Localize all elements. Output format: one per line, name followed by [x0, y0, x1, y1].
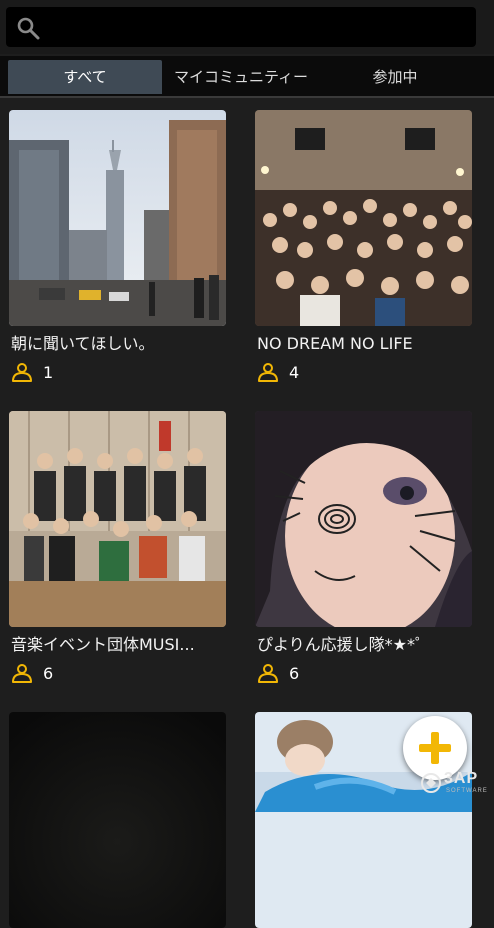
- community-grid: 朝に聞いてほしい。 1 NO DREAM NO LIFE 4 音楽イベント団体M…: [0, 98, 494, 928]
- community-card[interactable]: NO DREAM NO LIFE 4: [255, 110, 472, 383]
- plus-icon: [419, 732, 451, 764]
- community-photo[interactable]: [9, 110, 226, 326]
- watermark-text: 3AP: [444, 770, 479, 787]
- community-photo[interactable]: [255, 110, 472, 326]
- community-name[interactable]: NO DREAM NO LIFE: [255, 333, 472, 355]
- community-photo[interactable]: [9, 712, 226, 928]
- search-bar[interactable]: [6, 7, 476, 49]
- tab-all[interactable]: すべて: [8, 60, 162, 94]
- user-icon: [258, 664, 278, 683]
- user-icon: [258, 363, 278, 382]
- search-icon[interactable]: [16, 16, 40, 40]
- member-count: 6: [255, 662, 472, 684]
- community-photo[interactable]: [255, 411, 472, 627]
- watermark-subtext: SOFTWARE: [446, 788, 488, 794]
- community-card[interactable]: ぴよりん応援し隊*★*゜ 6: [255, 411, 472, 684]
- logo-icon: [421, 773, 441, 793]
- user-icon: [12, 664, 32, 683]
- selfie-photo: [255, 411, 472, 627]
- dark-photo: [9, 712, 226, 928]
- band-group-photo: [9, 411, 226, 627]
- tab-my-community[interactable]: マイコミュニティー: [164, 60, 318, 94]
- tab-participating[interactable]: 参加中: [320, 60, 470, 94]
- search-input[interactable]: [50, 7, 474, 49]
- community-name[interactable]: 音楽イベント団体MUSI...: [9, 634, 226, 656]
- community-card[interactable]: [9, 712, 226, 928]
- community-card[interactable]: 朝に聞いてほしい。 1: [9, 110, 226, 383]
- member-count-value: 6: [43, 663, 54, 683]
- community-photo[interactable]: [9, 411, 226, 627]
- community-card[interactable]: 音楽イベント団体MUSI... 6: [9, 411, 226, 684]
- user-icon: [12, 363, 32, 382]
- community-name[interactable]: 朝に聞いてほしい。: [9, 333, 226, 355]
- city-skyline-photo: [9, 110, 226, 326]
- watermark: 3AP SOFTWARE: [420, 770, 490, 802]
- member-count: 6: [9, 662, 226, 684]
- community-name[interactable]: ぴよりん応援し隊*★*゜: [255, 634, 472, 656]
- member-count-value: 6: [289, 663, 300, 683]
- tab-bar: すべて マイコミュニティー 参加中: [0, 56, 494, 98]
- member-count-value: 1: [43, 362, 54, 382]
- crowd-group-photo: [255, 110, 472, 326]
- member-count: 4: [255, 361, 472, 383]
- member-count-value: 4: [289, 362, 300, 382]
- top-bar: [0, 0, 494, 54]
- member-count: 1: [9, 361, 226, 383]
